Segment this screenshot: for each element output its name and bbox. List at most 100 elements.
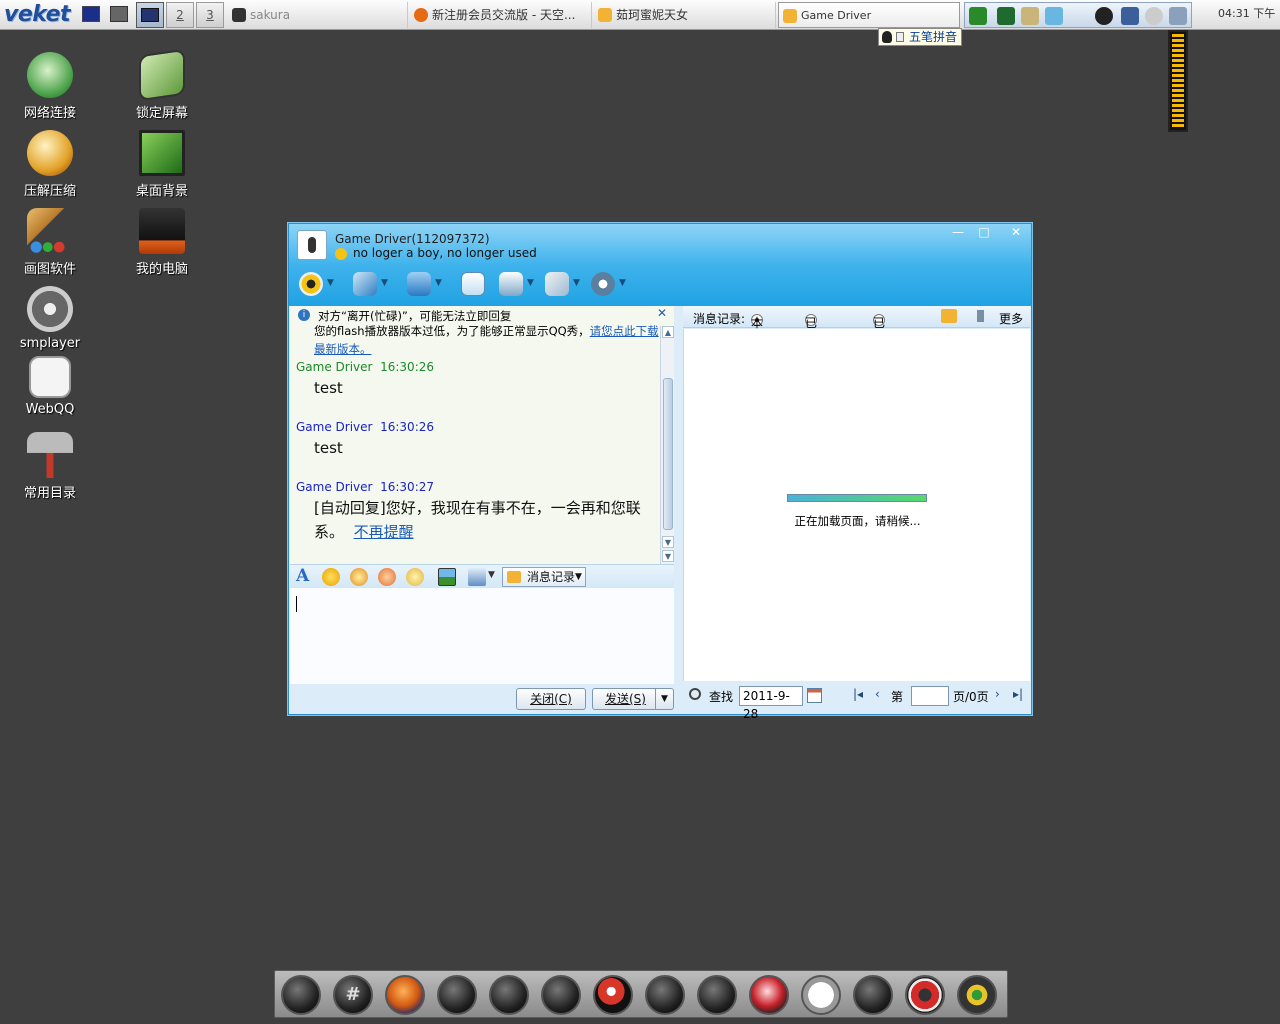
date-field[interactable]: 2011-9-28: [739, 686, 803, 721]
history-footer: 查找 2011-9-28 |◂ ‹ 第 页/0页 › ▸|: [683, 681, 1030, 721]
settings-gear-icon[interactable]: [853, 975, 893, 1015]
page-prefix: 第: [891, 690, 904, 704]
desktop-icon-wallpaper[interactable]: 桌面背景: [117, 130, 207, 199]
pencil-icon[interactable]: [969, 7, 987, 25]
no-more-remind-link[interactable]: 不再提醒: [354, 523, 414, 541]
desktop-icon-smplayer[interactable]: smplayer: [5, 286, 95, 351]
speaker-icon[interactable]: [977, 310, 991, 322]
voice-call-button[interactable]: ▼: [351, 270, 395, 298]
notice-close-icon[interactable]: ✕: [657, 306, 667, 320]
history-panel: 消息记录: 本地 已漫游 已上传 更多 正在加载页面，请稍候... 查找 201…: [683, 306, 1030, 721]
show-desktop-icon[interactable]: [82, 6, 100, 22]
desktop-icon-archiver[interactable]: 压解压缩: [5, 130, 95, 199]
history-content[interactable]: 正在加载页面，请稍候...: [683, 329, 1030, 681]
desktop-icon-webqq[interactable]: WebQQ: [5, 356, 95, 417]
workspace-1[interactable]: [136, 2, 164, 28]
message-history-button[interactable]: 消息记录 ▼: [502, 567, 586, 587]
desktop-icon-lock-screen[interactable]: 锁定屏幕: [117, 48, 207, 121]
network-tools-icon[interactable]: [697, 975, 737, 1015]
keyboard-icon[interactable]: [801, 975, 841, 1015]
qq-chat-icon: [783, 9, 797, 23]
magic-emoji-icon[interactable]: [350, 568, 368, 586]
loading-progress: [787, 494, 927, 502]
emoji-icon[interactable]: [322, 568, 340, 586]
more-link[interactable]: 更多: [999, 310, 1023, 327]
red-splash-icon[interactable]: [749, 975, 789, 1015]
desktop-icon-my-computer[interactable]: 我的电脑: [117, 208, 207, 277]
send-button[interactable]: 发送(S) ▼: [592, 688, 674, 710]
page-input[interactable]: [911, 686, 949, 706]
camera-icon[interactable]: [541, 975, 581, 1015]
workspace-3[interactable]: 3: [196, 2, 224, 28]
desktop-icon-common-dirs[interactable]: 常用目录: [5, 432, 95, 501]
first-page-icon[interactable]: |◂: [853, 687, 863, 701]
file-manager-icon[interactable]: [110, 6, 128, 22]
prev-page-icon[interactable]: ‹: [875, 687, 880, 701]
close-icon[interactable]: ✕: [1003, 224, 1029, 242]
desktop-icon-paint[interactable]: 画图软件: [5, 208, 95, 277]
task-folder[interactable]: 茹珂蜜妮天女: [594, 2, 776, 28]
chat-scrollbar[interactable]: ▲ ▼ ▼: [660, 326, 674, 564]
last-page-icon[interactable]: ▸|: [1013, 687, 1023, 701]
pen-icon[interactable]: [437, 975, 477, 1015]
scroll-up-icon[interactable]: ▲: [662, 326, 674, 338]
shake-icon[interactable]: [378, 568, 396, 586]
maximize-icon[interactable]: □: [971, 224, 997, 242]
task-label: Game Driver: [801, 9, 872, 22]
qq-penguin-icon[interactable]: [593, 975, 633, 1015]
lifebuoy-icon[interactable]: [905, 975, 945, 1015]
firefox-icon[interactable]: [385, 975, 425, 1015]
away-notice: i 对方“离开(忙碌)”，可能无法立即回复 ✕ 您的flash播放器版本过低，为…: [290, 306, 674, 356]
scroll-thumb[interactable]: [663, 378, 673, 530]
network-icon[interactable]: [1045, 7, 1063, 25]
terminal-hash-icon[interactable]: #: [333, 975, 373, 1015]
message-text: test: [314, 439, 343, 457]
music-icon[interactable]: [489, 975, 529, 1015]
chat-history[interactable]: i 对方“离开(忙碌)”，可能无法立即回复 ✕ 您的flash播放器版本过低，为…: [290, 306, 674, 564]
screenshot-dropdown-icon[interactable]: ▼: [488, 570, 495, 580]
message-input[interactable]: [290, 588, 674, 684]
export-icon[interactable]: [941, 309, 957, 323]
close-button[interactable]: 关闭(C): [516, 688, 586, 710]
send-file-button[interactable]: ▼: [405, 270, 449, 298]
cpu-meter: [1168, 30, 1188, 132]
ime-indicator[interactable]: 五笔拼音: [878, 28, 962, 46]
settings-button[interactable]: ▼: [589, 270, 633, 298]
volume-icon[interactable]: [1169, 7, 1187, 25]
desktop-icon-network[interactable]: 网络连接: [5, 52, 95, 121]
screenshot-icon[interactable]: [468, 568, 486, 586]
contact-avatar[interactable]: [297, 230, 327, 260]
task-game-driver[interactable]: Game Driver: [778, 2, 960, 28]
task-label: sakura: [250, 8, 291, 22]
drive-icon[interactable]: [281, 975, 321, 1015]
search-label[interactable]: 查找: [709, 688, 733, 705]
send-bar: 关闭(C) 发送(S) ▼: [290, 684, 674, 714]
task-firefox[interactable]: 新注册会员交流版 - 天空...: [410, 2, 592, 28]
top-taskbar: veket 2 3 sakura 新注册会员交流版 - 天空... 茹珂蜜妮天女…: [0, 0, 1280, 30]
task-sakura[interactable]: sakura: [228, 2, 408, 28]
apps-button[interactable]: ▼: [543, 270, 587, 298]
scroll-bottom-icon[interactable]: ▼: [662, 550, 674, 562]
video-call-button[interactable]: ▼: [297, 270, 341, 298]
film-icon[interactable]: [645, 975, 685, 1015]
alien-icon[interactable]: [1145, 7, 1163, 25]
mail-icon[interactable]: [1121, 7, 1139, 25]
calendar-icon[interactable]: [807, 688, 822, 703]
workspace-2[interactable]: 2: [166, 2, 194, 28]
veket-logo[interactable]: veket: [4, 0, 71, 30]
qq-penguin-icon[interactable]: [1095, 7, 1113, 25]
next-page-icon[interactable]: ›: [995, 687, 1000, 701]
clipboard-icon[interactable]: [1021, 7, 1039, 25]
image-icon[interactable]: [438, 568, 456, 586]
hand-icon[interactable]: [406, 568, 424, 586]
minimize-icon[interactable]: —: [945, 224, 971, 242]
color-wheel-icon[interactable]: [957, 975, 997, 1015]
font-icon[interactable]: A: [296, 566, 309, 586]
remote-assist-button[interactable]: ▼: [497, 270, 541, 298]
gear-icon: [591, 272, 615, 296]
send-options-icon[interactable]: ▼: [655, 689, 673, 709]
hat-icon[interactable]: [997, 7, 1015, 25]
clock[interactable]: 04:31 下午: [1218, 0, 1275, 30]
scroll-down-icon[interactable]: ▼: [662, 536, 674, 548]
search-icon[interactable]: [689, 688, 701, 700]
